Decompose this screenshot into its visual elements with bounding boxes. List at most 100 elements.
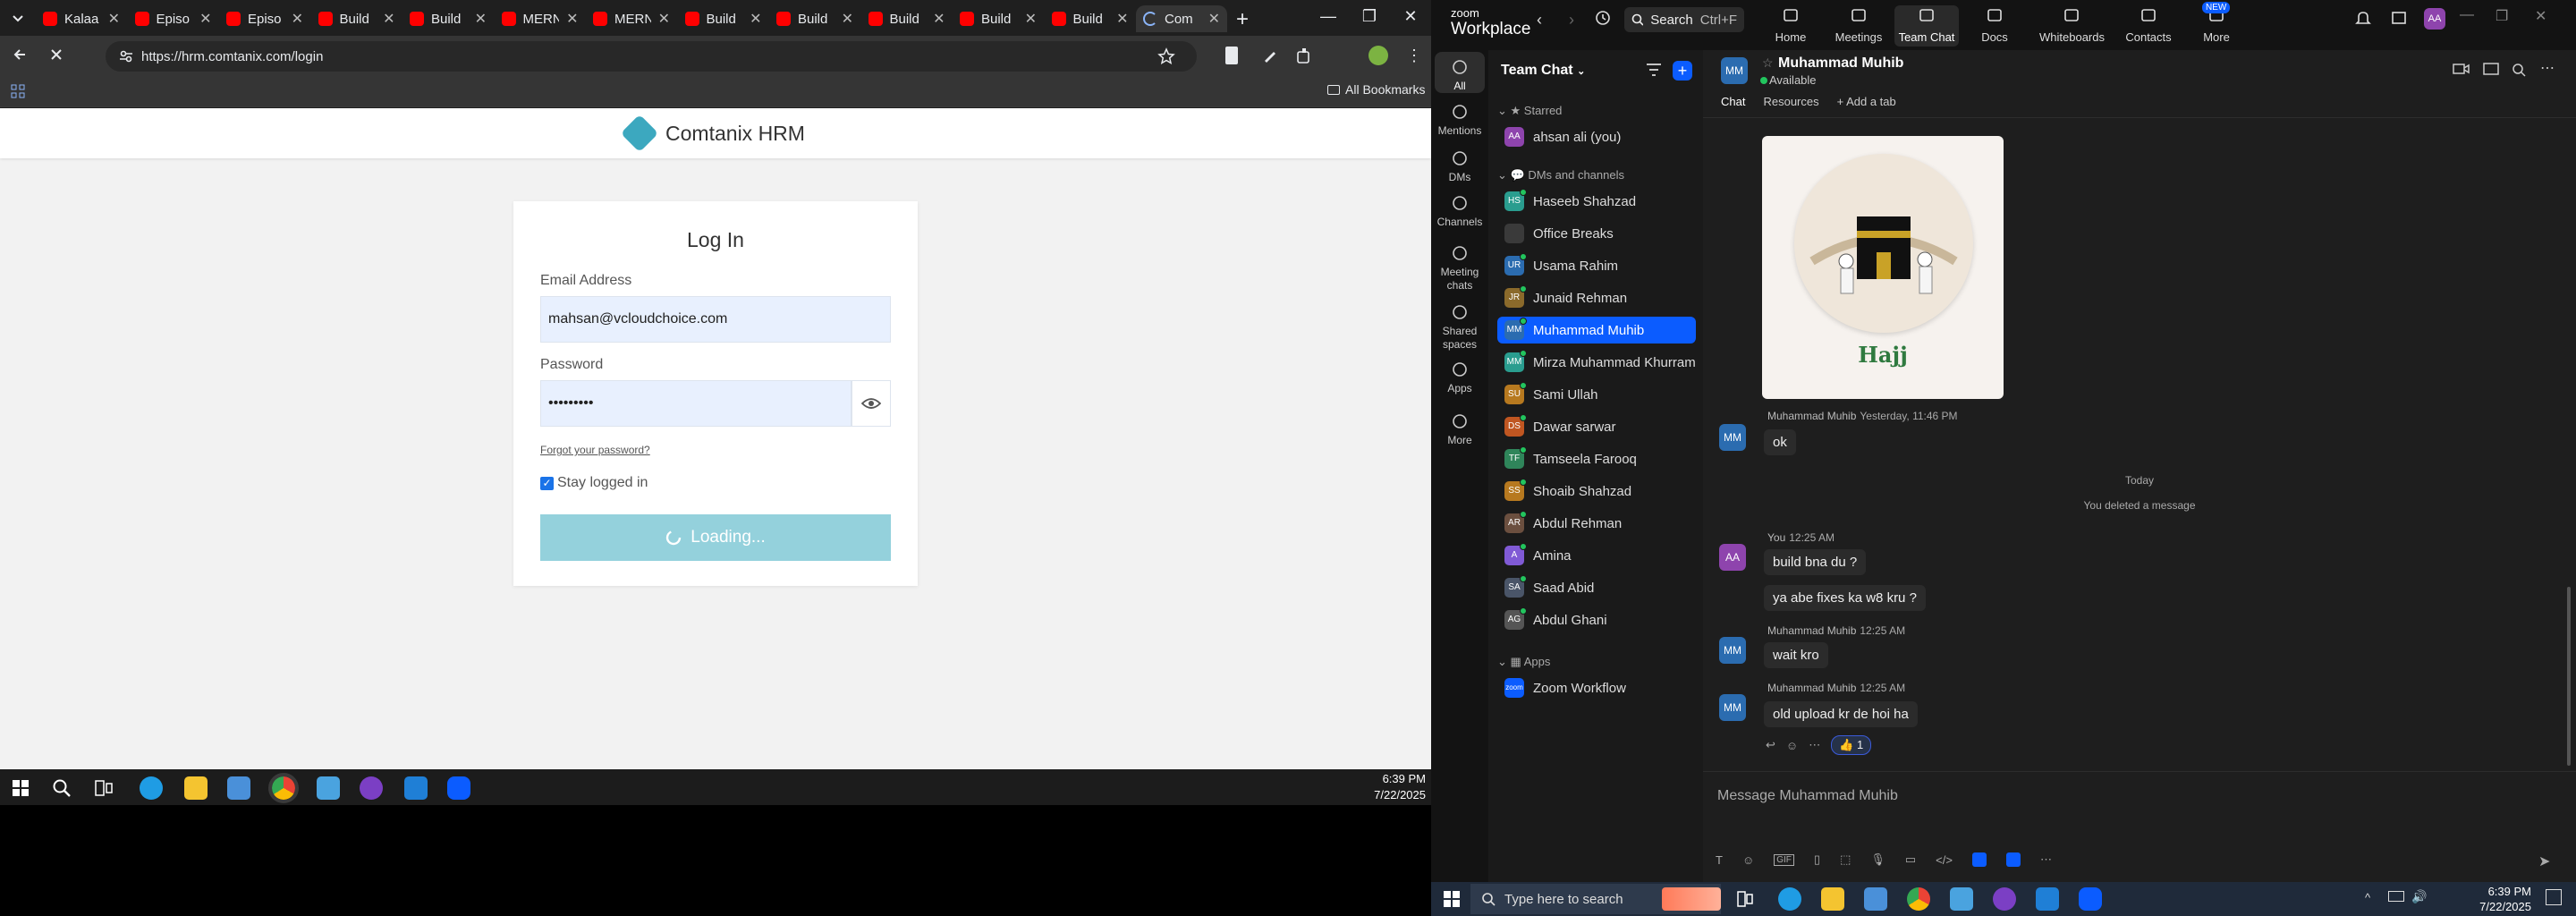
rail-shared-spaces[interactable]: Shared spaces <box>1435 297 1485 351</box>
chat-item-dawar-sarwar[interactable]: DS Dawar sarwar <box>1497 413 1696 440</box>
app-icon[interactable] <box>1971 852 1987 867</box>
maximize-zoom-button[interactable]: ❐ <box>2496 7 2508 25</box>
more-composer-icon[interactable]: ⋯ <box>2040 852 2052 867</box>
profile-avatar[interactable] <box>1368 46 1388 65</box>
new-tab-button[interactable]: + <box>1236 7 1249 32</box>
taskbar-clock[interactable]: 6:39 PM 7/22/2025 <box>1351 771 1426 803</box>
chat-item-amina[interactable]: A Amina <box>1497 542 1696 569</box>
user-avatar[interactable]: AA <box>2424 8 2445 30</box>
chat-item-sami-ullah[interactable]: SU Sami Ullah <box>1497 381 1696 408</box>
filter-icon[interactable] <box>1646 63 1662 77</box>
message-composer[interactable]: Message Muhammad Muhib T ☺ GIF ▯ ⬚ 🎙 ▭ <… <box>1703 771 2576 882</box>
browser-tab[interactable]: MERN ✕ <box>495 5 586 32</box>
browser-tab[interactable]: MERN ✕ <box>586 5 677 32</box>
tab-close-icon[interactable]: ✕ <box>842 10 853 28</box>
zoom-taskbar-icon[interactable] <box>2079 887 2102 911</box>
chrome-taskbar-icon[interactable] <box>1907 887 1930 911</box>
windows-start-icon[interactable] <box>1444 891 1460 907</box>
browser-tab[interactable]: Build ✕ <box>769 5 860 32</box>
audio-icon[interactable]: 🎙 <box>1870 852 1885 867</box>
reload-stop-icon[interactable] <box>47 45 66 64</box>
more-actions-icon[interactable]: ⋯ <box>1809 738 1820 752</box>
notification-center-icon[interactable] <box>2546 889 2562 905</box>
rail-meeting-chats[interactable]: Meeting chats <box>1435 238 1485 292</box>
message-bubble[interactable]: ya abe fixes ka w8 kru ? <box>1764 585 1926 611</box>
code-snippet-icon[interactable]: </> <box>1936 853 1953 867</box>
pen-extension-icon[interactable] <box>1261 47 1279 64</box>
more-options-icon[interactable]: ⋯ <box>2540 59 2555 77</box>
tab-close-icon[interactable]: ✕ <box>750 10 761 28</box>
email-field[interactable]: mahsan@vcloudchoice.com <box>540 296 891 343</box>
chat-item-junaid-rehman[interactable]: JR Junaid Rehman <box>1497 284 1696 311</box>
tab-close-icon[interactable]: ✕ <box>933 10 945 28</box>
message-avatar[interactable]: MM <box>1719 424 1746 451</box>
message-bubble[interactable]: build bna du ? <box>1764 549 1867 575</box>
nav-whiteboards[interactable]: Whiteboards <box>2039 5 2105 44</box>
browser-tab[interactable]: Build ✕ <box>861 5 953 32</box>
message-avatar[interactable]: MM <box>1719 694 1746 721</box>
task-view-icon[interactable] <box>1737 891 1753 907</box>
rail-mentions[interactable]: Mentions <box>1435 97 1485 137</box>
stay-logged-in-checkbox[interactable]: ✓ <box>540 476 554 490</box>
send-icon[interactable]: ➤ <box>2538 852 2550 870</box>
chat-search-icon[interactable] <box>2512 63 2526 77</box>
browser-tab[interactable]: Build ✕ <box>311 5 402 32</box>
dms-header[interactable]: ⌄ 💬 DMs and channels <box>1497 168 1624 182</box>
minimize-zoom-button[interactable]: — <box>2460 7 2474 23</box>
browser-tab[interactable]: Build ✕ <box>1045 5 1136 32</box>
emoji-icon[interactable]: ☺ <box>1742 853 1754 867</box>
chrome-taskbar-icon[interactable] <box>268 773 299 803</box>
edge-icon[interactable] <box>140 776 163 800</box>
chat-contact-name[interactable]: Muhammad Muhib <box>1778 55 1903 72</box>
back-arrow-icon[interactable]: ‹ <box>1537 11 1542 30</box>
windows-start-icon[interactable] <box>13 780 29 796</box>
format-text-icon[interactable]: T <box>1716 853 1723 867</box>
browser-tab[interactable]: Build ✕ <box>402 5 494 32</box>
calendar-app-icon[interactable] <box>2390 9 2408 27</box>
maximize-button[interactable]: ❐ <box>1349 7 1390 26</box>
address-bar[interactable]: https://hrm.comtanix.com/login <box>106 41 1197 72</box>
rail-channels[interactable]: Channels <box>1435 188 1485 228</box>
chat-item-mirza-muhammad-khurram[interactable]: MM Mirza Muhammad Khurram <box>1497 349 1696 376</box>
nav-docs[interactable]: Docs <box>1962 5 2027 44</box>
close-zoom-button[interactable]: ✕ <box>2535 7 2546 25</box>
login-button[interactable]: Loading... <box>540 514 891 561</box>
message-sender[interactable]: Muhammad Muhib <box>1767 624 1856 637</box>
chat-scrollbar[interactable] <box>2567 587 2571 766</box>
tab-close-icon[interactable]: ✕ <box>199 10 211 28</box>
github-desktop-icon[interactable] <box>1993 887 2016 911</box>
chat-item-abdul-ghani[interactable]: AG Abdul Ghani <box>1497 606 1696 633</box>
nav-team-chat[interactable]: Team Chat <box>1894 5 1959 47</box>
task-view-icon[interactable] <box>95 780 113 796</box>
file-explorer-icon[interactable] <box>184 776 208 800</box>
close-window-button[interactable]: ✕ <box>1390 7 1431 26</box>
zoom-taskbar-icon[interactable] <box>447 776 470 800</box>
tab-close-icon[interactable]: ✕ <box>475 10 487 28</box>
tab-close-icon[interactable]: ✕ <box>292 10 303 28</box>
bookmark-star-icon[interactable] <box>1157 47 1175 65</box>
apps-grid-icon[interactable] <box>11 84 25 98</box>
password-field[interactable]: ••••••••• <box>540 380 852 427</box>
message-bubble[interactable]: wait kro <box>1764 642 1828 668</box>
browser-tab[interactable]: Episo ✕ <box>128 5 219 32</box>
tab-close-icon[interactable]: ✕ <box>108 10 120 28</box>
chat-avatar[interactable]: MM <box>1721 57 1748 84</box>
battery-icon[interactable] <box>2388 891 2404 902</box>
message-bubble[interactable]: ok <box>1764 429 1796 455</box>
store-icon[interactable] <box>1864 887 1887 911</box>
rail-apps[interactable]: Apps <box>1435 354 1485 394</box>
video-call-icon[interactable] <box>2453 63 2470 75</box>
tray-chevron-icon[interactable]: ^ <box>2365 891 2370 904</box>
windows-search-box[interactable]: Type here to search <box>1470 884 1721 914</box>
message-sender[interactable]: You <box>1767 531 1785 544</box>
chat-item-zoom-workflow[interactable]: zoom Zoom Workflow <box>1497 674 1696 701</box>
chat-item-abdul-rehman[interactable]: AR Abdul Rehman <box>1497 510 1696 537</box>
azure-data-studio-icon[interactable] <box>317 776 340 800</box>
taskbar-clock[interactable]: 6:39 PM 7/22/2025 <box>2456 884 2531 914</box>
github-desktop-icon[interactable] <box>360 776 383 800</box>
app2-icon[interactable] <box>2005 852 2021 867</box>
notifications-bell-icon[interactable] <box>2354 9 2372 27</box>
history-icon[interactable] <box>1594 9 1612 27</box>
forward-arrow-icon[interactable]: › <box>1569 11 1574 30</box>
tab-add[interactable]: + Add a tab <box>1837 95 1896 108</box>
